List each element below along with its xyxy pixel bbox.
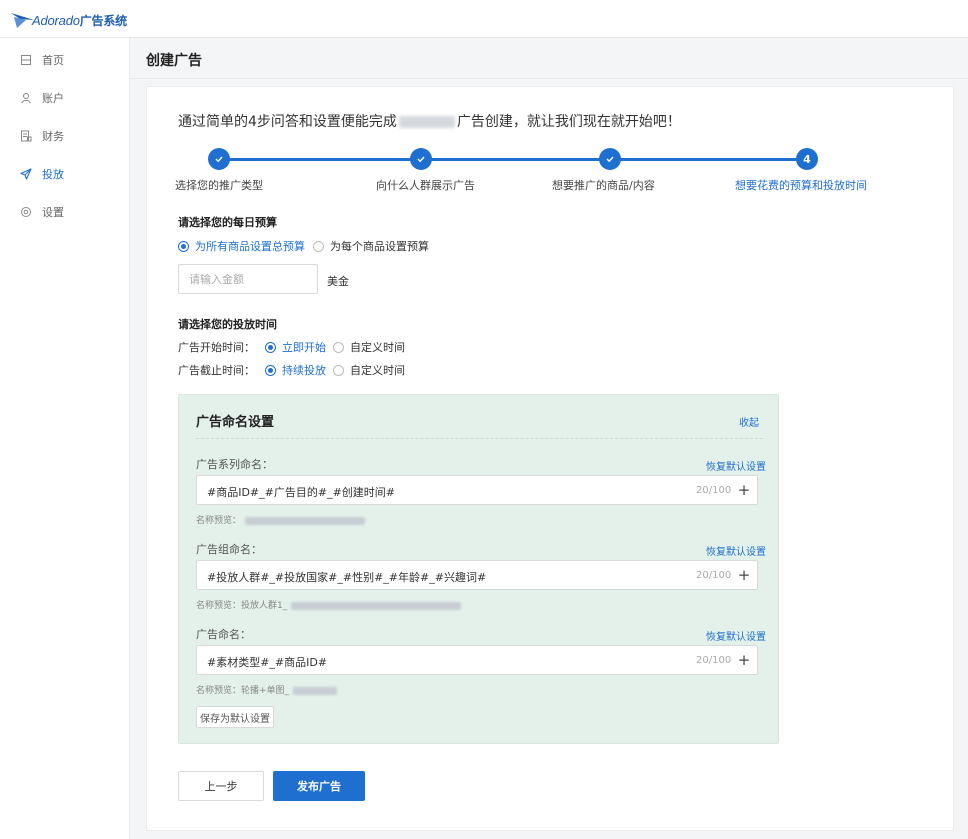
add-tag-button[interactable]: + — [733, 564, 755, 586]
blurred-preview — [291, 601, 462, 610]
check-icon — [215, 156, 223, 163]
collapse-link[interactable]: 收起 — [739, 414, 759, 429]
sidebar-item-label: 财务 — [42, 130, 64, 143]
radio-selected[interactable] — [265, 364, 276, 376]
sidebar-item-settings[interactable]: 设置 — [0, 194, 130, 230]
add-tag-button[interactable]: + — [733, 479, 755, 501]
preview-label: 名称预览： — [196, 601, 242, 611]
start-time-label: 广告开始时间： — [178, 341, 255, 354]
char-count: 20/100 — [696, 655, 732, 666]
send-icon — [20, 168, 32, 180]
budget-title: 请选择您的每日预算 — [178, 216, 277, 229]
sidebar-item-label: 设置 — [42, 206, 64, 219]
steps-progress-line — [220, 158, 800, 161]
step-1-label: 选择您的推广类型 — [175, 179, 263, 192]
title-divider — [130, 78, 968, 79]
end-time-row: 广告截止时间： 持续投放 — [178, 362, 326, 378]
budget-amount-input[interactable] — [178, 264, 318, 294]
sidebar: 首页 账户 财务 投放 设置 — [0, 38, 130, 839]
user-icon — [21, 93, 31, 104]
prev-step-button[interactable]: 上一步 — [178, 771, 264, 801]
start-time-row: 广告开始时间： 立即开始 — [178, 339, 326, 355]
adset-preview: 名称预览：投放人群1_ — [196, 598, 462, 611]
preview-prefix: 轮播+单图_ — [241, 686, 290, 696]
sidebar-item-home[interactable]: 首页 — [0, 42, 130, 78]
step-4-current: 4 — [796, 148, 818, 170]
step-4-label: 想要花费的预算和投放时间 — [735, 179, 867, 192]
top-bar: Adorado广告系统 — [0, 0, 968, 38]
sidebar-item-label: 账户 — [42, 92, 64, 105]
intro-before: 通过简单的4步问答和设置便能完成 — [178, 114, 397, 130]
ad-reset-link[interactable]: 恢复默认设置 — [706, 628, 766, 643]
ad-naming-value[interactable]: #素材类型#_#商品ID# — [207, 654, 327, 670]
blurred-preview — [293, 686, 338, 695]
ad-naming-label: 广告命名： — [196, 628, 251, 641]
end-time-label: 广告截止时间： — [178, 364, 255, 377]
radio-label: 为所有商品设置总预算 — [195, 240, 305, 253]
radio-unselected[interactable] — [313, 240, 324, 252]
budget-option-per-item[interactable]: 为每个商品设置预算 — [313, 238, 429, 254]
end-custom-option[interactable]: 自定义时间 — [333, 362, 405, 378]
radio-label: 自定义时间 — [350, 341, 405, 354]
radio-unselected[interactable] — [333, 341, 344, 353]
radio-label: 自定义时间 — [350, 364, 405, 377]
continuous-option[interactable]: 持续投放 — [282, 362, 326, 378]
campaign-reset-link[interactable]: 恢复默认设置 — [706, 458, 766, 473]
logo-text: Adorado广告系统 — [32, 12, 127, 28]
step-2-done — [410, 148, 432, 170]
sidebar-item-label: 首页 — [42, 54, 64, 67]
adset-naming-label: 广告组命名： — [196, 543, 262, 556]
step-3-label: 想要推广的商品/内容 — [552, 179, 655, 192]
step-3-done — [599, 148, 621, 170]
publish-ad-button[interactable]: 发布广告 — [273, 771, 365, 801]
page-title: 创建广告 — [146, 53, 202, 69]
app-logo[interactable]: Adorado广告系统 — [10, 8, 127, 32]
campaign-naming-field[interactable]: #商品ID#_#广告目的#_#创建时间# 20/100 + — [196, 475, 758, 505]
radio-label: 为每个商品设置预算 — [330, 240, 429, 253]
save-default-button[interactable]: 保存为默认设置 — [196, 706, 274, 728]
radio-selected[interactable] — [265, 341, 276, 353]
char-count: 20/100 — [696, 570, 732, 581]
home-icon — [21, 55, 31, 65]
radio-unselected[interactable] — [333, 364, 344, 376]
blurred-brand — [398, 116, 455, 128]
add-tag-button[interactable]: + — [733, 649, 755, 671]
budget-option-total[interactable]: 为所有商品设置总预算 — [178, 238, 305, 254]
check-icon — [417, 156, 425, 163]
intro-after: 广告创建，就让我们现在就开始吧！ — [456, 114, 681, 130]
schedule-title: 请选择您的投放时间 — [178, 318, 277, 331]
sidebar-item-account[interactable]: 账户 — [0, 80, 130, 116]
gear-icon — [21, 207, 31, 217]
intro-text: 通过简单的4步问答和设置便能完成 广告创建，就让我们现在就开始吧！ — [178, 111, 681, 131]
ad-preview: 名称预览：轮播+单图_ — [196, 683, 338, 696]
sidebar-item-delivery[interactable]: 投放 — [0, 156, 130, 192]
ad-naming-field[interactable]: #素材类型#_#商品ID# 20/100 + — [196, 645, 758, 675]
blurred-preview — [245, 516, 366, 525]
sidebar-item-finance[interactable]: 财务 — [0, 118, 130, 154]
preview-label: 名称预览： — [196, 686, 242, 696]
char-count: 20/100 — [696, 485, 732, 496]
campaign-naming-value[interactable]: #商品ID#_#广告目的#_#创建时间# — [207, 484, 395, 500]
start-now-option[interactable]: 立即开始 — [282, 339, 326, 355]
finance-icon — [21, 130, 32, 142]
step-2-label: 向什么人群展示广告 — [376, 179, 475, 192]
adset-naming-value[interactable]: #投放人群#_#投放国家#_#性别#_#年龄#_#兴趣词# — [207, 569, 486, 585]
adset-reset-link[interactable]: 恢复默认设置 — [706, 543, 766, 558]
check-icon — [606, 156, 614, 163]
campaign-preview: 名称预览： — [196, 513, 366, 526]
preview-prefix: 投放人群1_ — [241, 601, 288, 611]
naming-title: 广告命名设置 — [196, 415, 275, 430]
start-custom-option[interactable]: 自定义时间 — [333, 339, 405, 355]
sidebar-item-label: 投放 — [42, 168, 64, 181]
campaign-naming-label: 广告系列命名： — [196, 458, 273, 471]
naming-divider — [196, 438, 763, 439]
step-1-done — [208, 148, 230, 170]
currency-unit: 美金 — [327, 275, 349, 288]
adset-naming-field[interactable]: #投放人群#_#投放国家#_#性别#_#年龄#_#兴趣词# 20/100 + — [196, 560, 758, 590]
preview-label: 名称预览： — [196, 516, 242, 526]
radio-selected[interactable] — [178, 240, 189, 252]
logo-suffix: 广告系统 — [79, 13, 127, 28]
